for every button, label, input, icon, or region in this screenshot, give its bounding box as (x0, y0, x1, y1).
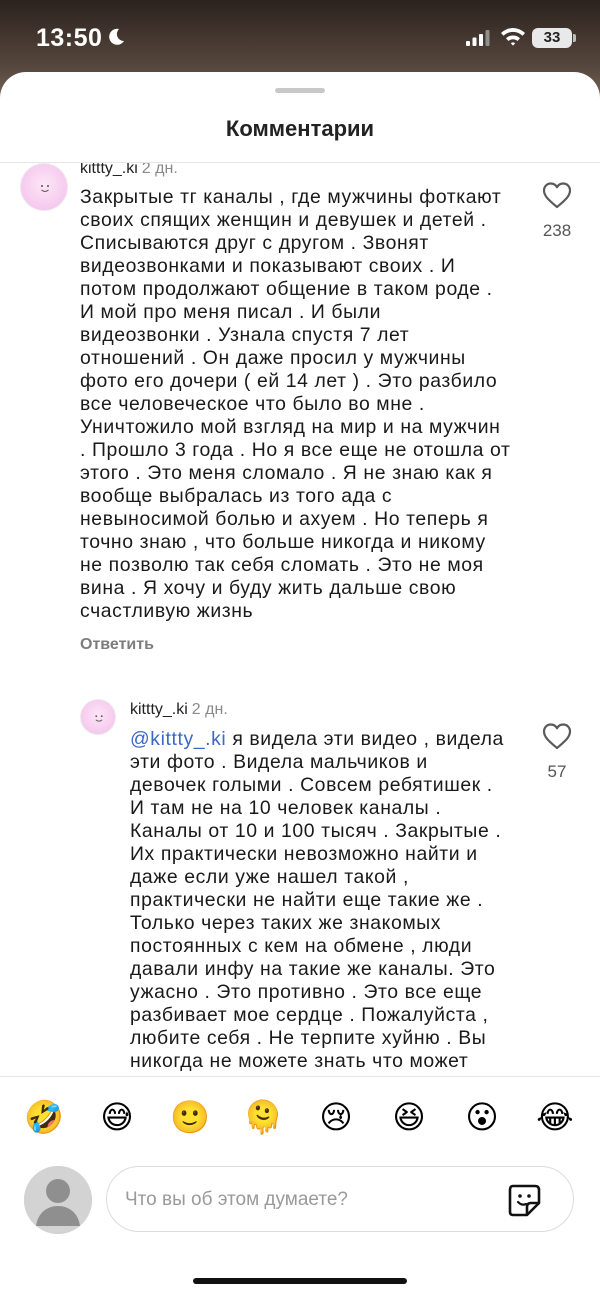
comments-sheet: Комментарии kittty_.ki 2 дн. Закрытые тг … (0, 72, 600, 1297)
battery-tip (573, 34, 576, 42)
moon-icon (109, 28, 124, 45)
quick-emoji-bar: 🤣 😅 🙂 🫠 😢 😆 😮 😂 (0, 1097, 600, 1141)
comments-list[interactable]: kittty_.ki 2 дн. Закрытые тг каналы , где… (0, 163, 600, 1077)
sticker-icon[interactable] (507, 1183, 543, 1217)
commenter-avatar[interactable] (80, 699, 116, 735)
comment-age: 2 дн. (141, 163, 178, 177)
current-user-avatar[interactable] (24, 1166, 92, 1234)
emoji-melting-face[interactable]: 🫠 (243, 1097, 283, 1137)
comment-text: Закрытые тг каналы , где мужчины фоткают… (80, 186, 511, 622)
emoji-sweat-smile[interactable]: 😅 (97, 1097, 137, 1137)
comment-author-line: kittty_.ki 2 дн. (80, 163, 178, 178)
like-count: 238 (542, 221, 572, 240)
user-mention[interactable]: @kittty_.ki (130, 728, 226, 750)
comment-age: 2 дн. (191, 701, 228, 718)
status-bar: 13:50 33 (0, 0, 600, 76)
cellular-signal-icon (466, 30, 490, 46)
battery-level: 33 (543, 29, 561, 46)
home-indicator (193, 1278, 407, 1284)
heart-outline-icon[interactable] (541, 721, 573, 751)
smiley-icon (41, 185, 49, 192)
emoji-bar-divider (0, 1076, 600, 1077)
heart-outline-icon[interactable] (541, 180, 573, 210)
emoji-crying-face[interactable]: 😢 (316, 1097, 356, 1137)
emoji-joy[interactable]: 😂 (535, 1097, 575, 1137)
emoji-open-mouth[interactable]: 😮 (462, 1097, 502, 1137)
comment-input[interactable] (125, 1187, 485, 1213)
like-count: 57 (547, 762, 567, 781)
comment-author[interactable]: kittty_.ki (130, 701, 188, 718)
status-time: 13:50 (36, 24, 103, 52)
comment-composer[interactable] (106, 1166, 574, 1232)
default-avatar-icon (24, 1166, 92, 1234)
commenter-avatar[interactable] (20, 163, 68, 211)
smiley-icon (95, 715, 103, 722)
comment-text: @kittty_.ki я видела эти видео , видела … (130, 728, 530, 1073)
comment-author[interactable]: kittty_.ki (80, 163, 138, 177)
comment-author-line: kittty_.ki 2 дн. (130, 701, 228, 719)
emoji-slight-smile[interactable]: 🙂 (170, 1097, 210, 1137)
emoji-rofl[interactable]: 🤣 (24, 1097, 64, 1137)
sheet-grabber[interactable] (275, 88, 325, 93)
reply-button[interactable]: Ответить (80, 636, 154, 654)
battery-indicator: 33 (532, 28, 572, 48)
sheet-title: Комментарии (225, 116, 375, 141)
comment-body: я видела эти видео , видела эти фото . В… (130, 728, 504, 1072)
emoji-laughing[interactable]: 😆 (389, 1097, 429, 1137)
wifi-icon (501, 28, 525, 46)
